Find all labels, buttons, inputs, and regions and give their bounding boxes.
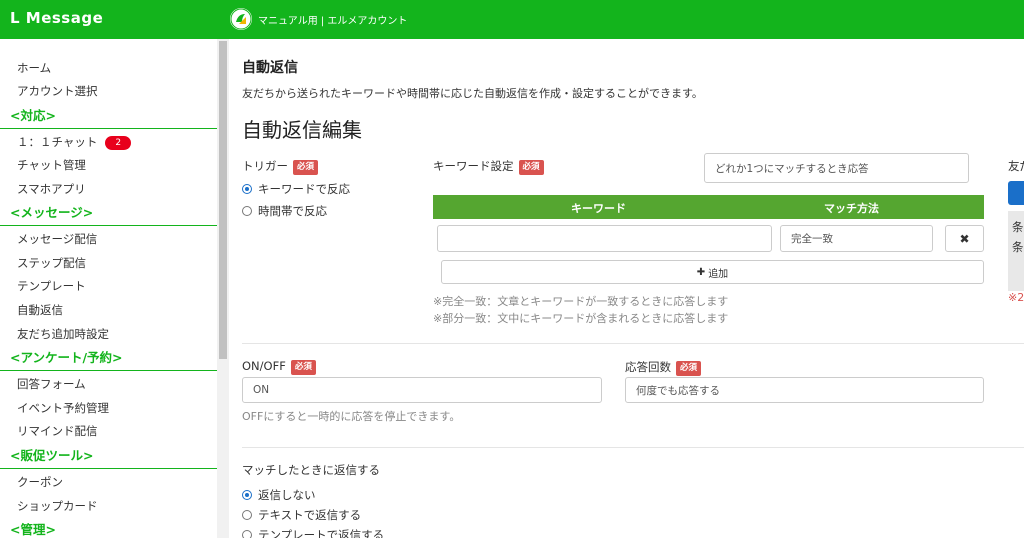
sidebar-item-message-broadcast[interactable]: メッセージ配信 — [17, 231, 97, 247]
right-panel-line2: 条 — [1012, 240, 1024, 254]
plus-icon: ✚ — [696, 266, 706, 278]
trigger-option-keyword[interactable]: キーワードで反応 — [242, 181, 350, 197]
sidebar-scrollbar-thumb[interactable] — [219, 41, 227, 359]
reply-option-template[interactable]: テンプレートで返信する — [242, 527, 384, 538]
keyword-input[interactable] — [437, 225, 772, 252]
response-count-label-text: 応答回数 — [625, 360, 671, 374]
sidebar-item-chat-management[interactable]: チャット管理 — [17, 157, 86, 173]
sidebar-section-promo: <販促ツール> — [0, 445, 217, 469]
sidebar-item-label: １：１チャット — [17, 135, 98, 149]
required-badge: 必須 — [676, 361, 702, 376]
radio-unchecked-icon[interactable] — [242, 510, 252, 520]
col-match-method: マッチ方法 — [824, 202, 879, 215]
sidebar-item-home[interactable]: ホーム — [17, 60, 51, 76]
sidebar-section-survey: <アンケート/予約> — [0, 347, 217, 371]
radio-checked-icon[interactable] — [242, 490, 252, 500]
keyword-table-header: キーワード マッチ方法 — [433, 195, 984, 219]
divider — [242, 343, 1024, 344]
sidebar-item-template[interactable]: テンプレート — [17, 278, 86, 294]
delete-row-button[interactable]: ✖ — [945, 225, 984, 252]
radio-unchecked-icon[interactable] — [242, 206, 252, 216]
required-badge: 必須 — [518, 160, 544, 175]
note-partial-match: ※部分一致：文中にキーワードが含まれるときに応答します — [433, 312, 729, 325]
unread-badge: 2 — [105, 136, 132, 150]
right-panel-box: 条 条 — [1008, 211, 1024, 291]
required-badge: 必須 — [293, 160, 319, 175]
sidebar-section-support: <対応> — [0, 105, 217, 129]
section-title: 自動返信編集 — [242, 118, 362, 142]
option-label: テキストで返信する — [258, 508, 362, 522]
sidebar-section-message: <メッセージ> — [0, 202, 217, 226]
sidebar-item-auto-reply[interactable]: 自動返信 — [17, 302, 63, 318]
reply-option-none[interactable]: 返信しない — [242, 487, 316, 503]
sidebar: ホーム アカウント選択 <対応> １：１チャット 2 チャット管理 スマホアプリ … — [0, 39, 217, 538]
onoff-label: ON/OFF 必須 — [242, 359, 316, 375]
radio-checked-icon[interactable] — [242, 184, 252, 194]
account-avatar-icon — [230, 8, 252, 30]
onoff-help: OFFにすると一時的に応答を停止できます。 — [242, 410, 461, 423]
sidebar-item-remind[interactable]: リマインド配信 — [17, 423, 98, 439]
page-title: 自動返信 — [242, 60, 298, 76]
trigger-option-time[interactable]: 時間帯で反応 — [242, 203, 327, 219]
right-panel-label: 友だ — [1008, 159, 1024, 173]
note-exact-match: ※完全一致：文章とキーワードが一致するときに応答します — [433, 295, 729, 308]
right-panel-line1: 条 — [1012, 220, 1024, 234]
trigger-label-text: トリガー — [242, 159, 288, 173]
option-label: 時間帯で反応 — [258, 204, 327, 218]
onoff-label-text: ON/OFF — [242, 359, 286, 373]
top-bar: L Message マニュアル用 | エルメアカウント — [0, 0, 1024, 39]
add-label: 追加 — [708, 268, 729, 280]
sidebar-item-friend-add-settings[interactable]: 友だち追加時設定 — [17, 326, 109, 342]
sidebar-item-chat[interactable]: １：１チャット 2 — [17, 134, 132, 150]
right-panel-button[interactable] — [1008, 181, 1024, 205]
response-count-label: 応答回数 必須 — [625, 359, 702, 376]
brand-logo[interactable]: L Message — [10, 9, 103, 27]
reply-label: マッチしたときに返信する — [242, 463, 380, 477]
sidebar-item-shop-card[interactable]: ショップカード — [17, 498, 98, 514]
reply-option-text[interactable]: テキストで返信する — [242, 507, 361, 523]
option-label: キーワードで反応 — [258, 182, 350, 196]
trigger-label: トリガー 必須 — [242, 158, 319, 175]
col-keyword: キーワード — [571, 202, 626, 215]
sidebar-section-admin: <管理> — [0, 519, 217, 538]
sidebar-item-smartphone-app[interactable]: スマホアプリ — [17, 181, 86, 197]
option-label: 返信しない — [258, 488, 316, 502]
radio-unchecked-icon[interactable] — [242, 530, 252, 538]
keyword-settings-label: キーワード設定 必須 — [433, 158, 544, 175]
match-mode-select[interactable]: どれか1つにマッチするとき応答 — [704, 153, 969, 183]
close-icon: ✖ — [959, 231, 970, 246]
match-method-select[interactable]: 完全一致 — [780, 225, 933, 252]
right-panel-note: ※2 — [1008, 291, 1024, 304]
account-name: マニュアル用 | エルメアカウント — [258, 15, 408, 27]
page-description: 友だちから送られたキーワードや時間帯に応じた自動返信を作成・設定することができま… — [242, 87, 703, 100]
response-count-select[interactable]: 何度でも応答する — [625, 377, 984, 403]
sidebar-item-account-select[interactable]: アカウント選択 — [17, 83, 98, 99]
sidebar-item-step-broadcast[interactable]: ステップ配信 — [17, 255, 86, 271]
onoff-select[interactable]: ON — [242, 377, 602, 403]
add-keyword-button[interactable]: ✚ 追加 — [441, 260, 984, 284]
required-badge: 必須 — [290, 360, 316, 375]
sidebar-item-event-booking[interactable]: イベント予約管理 — [17, 400, 109, 416]
sidebar-item-coupon[interactable]: クーポン — [17, 474, 63, 490]
keyword-label-text: キーワード設定 — [433, 159, 514, 173]
sidebar-item-answer-form[interactable]: 回答フォーム — [17, 376, 86, 392]
divider — [242, 447, 1024, 448]
option-label: テンプレートで返信する — [258, 528, 385, 538]
account-switcher[interactable]: マニュアル用 | エルメアカウント — [230, 8, 407, 30]
main-content: 自動返信 友だちから送られたキーワードや時間帯に応じた自動返信を作成・設定するこ… — [229, 39, 1024, 538]
